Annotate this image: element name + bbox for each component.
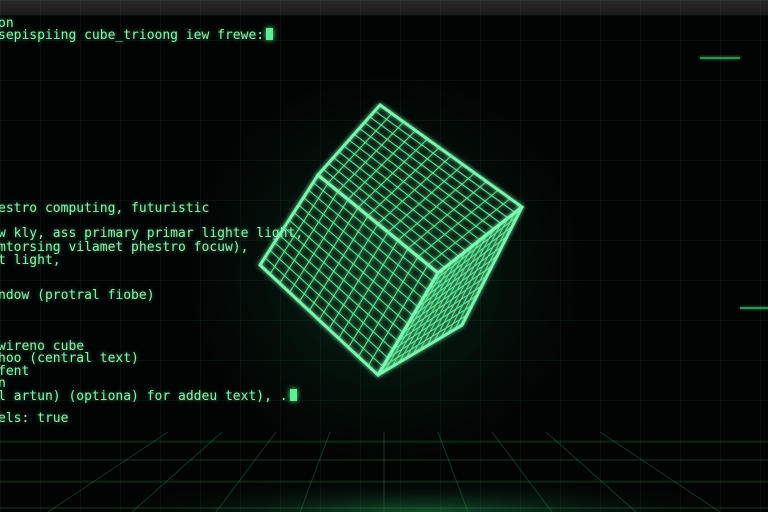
terminal-line: ndow (protral fiobe) bbox=[0, 288, 155, 303]
edge-marker bbox=[740, 307, 768, 309]
terminal-line: l artun) (optiona) for addeu text), . bbox=[0, 389, 297, 404]
terminal-line: estro computing, futuristic bbox=[0, 201, 210, 216]
terminal-output: on sepispiing cube_trioong iew frewe: es… bbox=[0, 15, 360, 426]
terminal-window: on sepispiing cube_trioong iew frewe: es… bbox=[0, 0, 768, 512]
terminal-line: els: true bbox=[0, 411, 69, 426]
terminal-line-text: l artun) (optiona) for addeu text), . bbox=[0, 389, 288, 404]
terminal-line: t light, bbox=[0, 253, 61, 268]
terminal-prompt-line[interactable]: sepispiing cube_trioong iew frewe: bbox=[0, 28, 274, 43]
terminal-line: w kly, ass primary primar lighte light, bbox=[0, 226, 304, 241]
text-cursor bbox=[266, 28, 274, 40]
edge-marker bbox=[700, 57, 740, 59]
terminal-line-text: sepispiing cube_trioong iew frewe: bbox=[0, 28, 265, 43]
floor-grid bbox=[0, 432, 768, 512]
text-cursor bbox=[289, 389, 297, 401]
